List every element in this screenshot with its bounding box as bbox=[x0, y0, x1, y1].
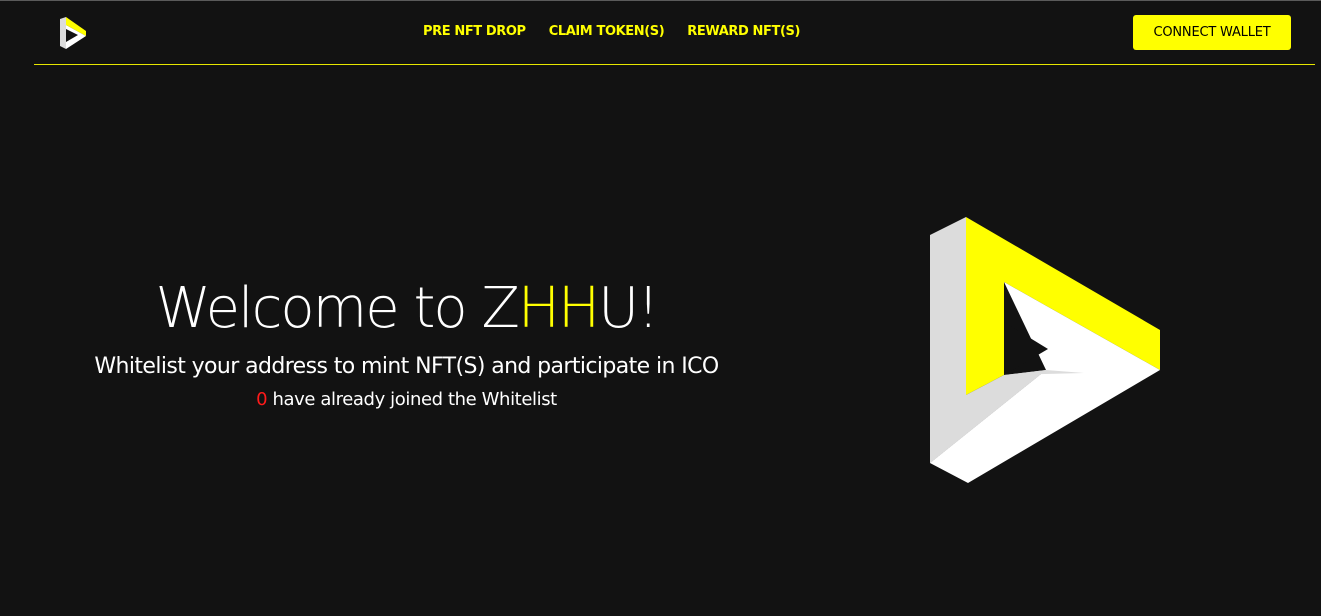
nav-reward-nfts[interactable]: REWARD NFT(S) bbox=[687, 23, 800, 41]
hero-title-highlight: HH bbox=[517, 276, 600, 341]
play-triangle-logo-icon[interactable] bbox=[58, 17, 88, 49]
navbar-divider bbox=[34, 64, 1315, 65]
whitelist-count-text: have already joined the Whitelist bbox=[267, 389, 558, 410]
nav-claim-tokens[interactable]: CLAIM TOKEN(S) bbox=[549, 23, 665, 41]
hero-section: Welcome to ZHHU! Whitelist your address … bbox=[40, 270, 773, 413]
whitelist-count-line: 0 have already joined the Whitelist bbox=[40, 387, 773, 413]
whitelist-count: 0 bbox=[256, 389, 268, 410]
hero-subtitle: Whitelist your address to mint NFT(S) an… bbox=[94, 354, 719, 379]
connect-wallet-button[interactable]: CONNECT WALLET bbox=[1133, 15, 1291, 50]
hero-title-prefix: Welcome to Z bbox=[155, 276, 520, 341]
nav-pre-nft-drop[interactable]: PRE NFT DROP bbox=[423, 23, 526, 41]
navbar: PRE NFT DROP CLAIM TOKEN(S) REWARD NFT(S… bbox=[0, 0, 1321, 65]
hero-title-suffix: U! bbox=[598, 276, 659, 341]
main-nav: PRE NFT DROP CLAIM TOKEN(S) REWARD NFT(S… bbox=[423, 23, 823, 41]
hero-title: Welcome to ZHHU! bbox=[40, 270, 773, 348]
impossible-triangle-play-icon bbox=[928, 215, 1162, 485]
